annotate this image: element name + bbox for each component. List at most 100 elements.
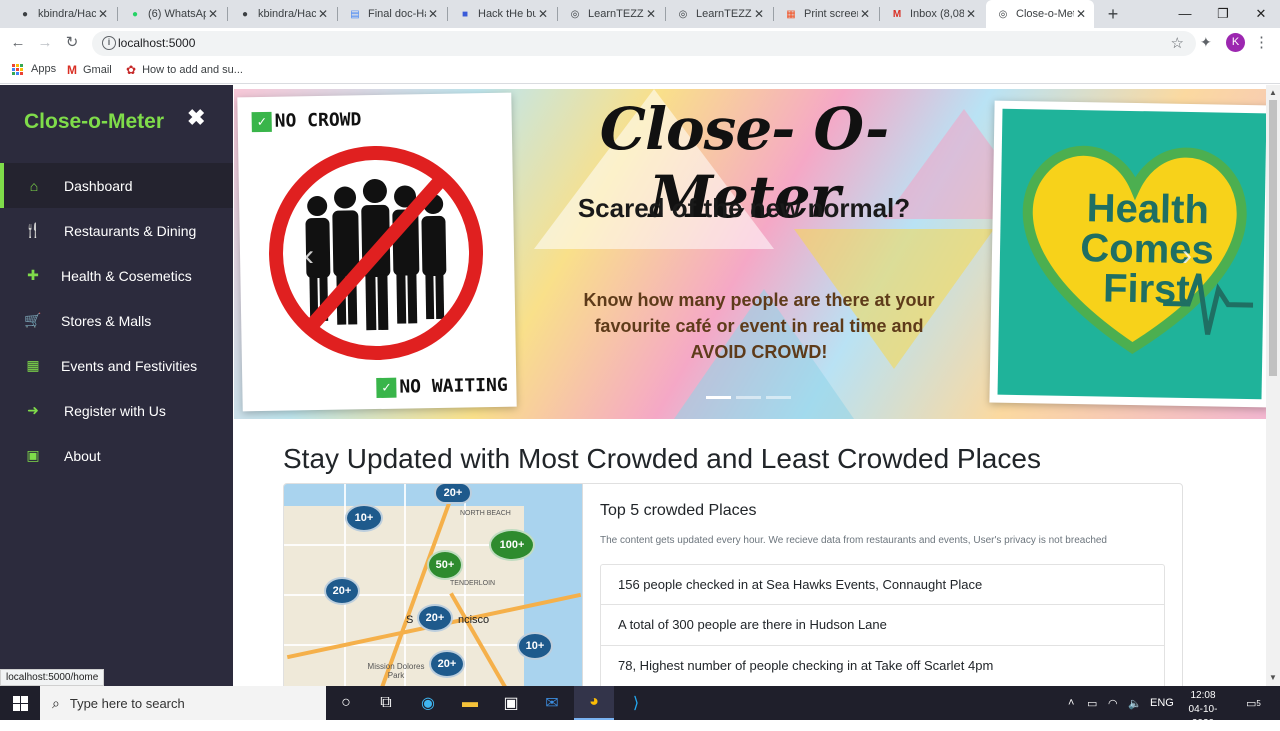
sidebar-close-button[interactable]: ✖ — [187, 105, 205, 131]
docs-icon: ▤ — [350, 8, 360, 20]
carousel-indicators[interactable] — [706, 396, 791, 399]
bookmark-gmail[interactable]: M Gmail — [67, 63, 112, 77]
tab-print-screen[interactable]: ▦ Print screen ✕ — [774, 0, 878, 28]
scroll-down-icon[interactable]: ▼ — [1266, 673, 1280, 682]
map-pin[interactable]: 20+ — [324, 577, 360, 605]
start-button[interactable] — [0, 686, 40, 720]
map-pin[interactable]: 10+ — [517, 632, 553, 660]
forward-arrow-icon[interactable]: → — [34, 32, 56, 54]
check-icon: ✓ — [251, 111, 272, 133]
scroll-up-icon[interactable]: ▲ — [1266, 88, 1280, 97]
task-view-icon[interactable]: ⧉ — [366, 686, 406, 720]
tab-inbox[interactable]: M Inbox (8,086 ✕ — [880, 0, 984, 28]
volume-icon[interactable]: 🔈 — [1128, 686, 1142, 720]
close-icon[interactable]: ✕ — [316, 7, 330, 21]
carousel-prev-button[interactable]: ‹ — [304, 239, 314, 273]
tab-hack-the-bu[interactable]: ■ Hack tHe bu ✕ — [448, 0, 556, 28]
close-icon[interactable]: ✕ — [752, 7, 766, 21]
bookmarks-bar: Apps M Gmail ✿ How to add and su... — [0, 58, 1280, 84]
sidebar-item-events[interactable]: ▦ Events and Festivities — [0, 343, 233, 388]
tab-learntezz-1[interactable]: ◎ LearnTEZZ | ✕ — [558, 0, 664, 28]
tray-chevron-icon[interactable]: ˄ — [1068, 686, 1074, 720]
map-pin[interactable]: 20+ — [434, 484, 472, 504]
tab-label: kbindra/Hac — [38, 8, 96, 20]
url-text[interactable]: localhost:5000 — [118, 36, 195, 50]
search-icon: ⌕ — [52, 694, 60, 711]
close-icon[interactable]: ✕ — [964, 7, 978, 21]
browser-tab-bar: ● kbindra/Hac ✕ ● (6) WhatsAp ✕ ● kbindr… — [0, 0, 1280, 28]
crowded-places-list: 156 people checked in at Sea Hawks Event… — [600, 564, 1165, 686]
language-indicator[interactable]: ENG — [1150, 686, 1174, 720]
page-scrollbar[interactable]: ▲ ▼ — [1266, 85, 1280, 686]
window-close-button[interactable]: ✕ — [1238, 0, 1280, 28]
vscode-icon[interactable]: ⟩ — [616, 686, 656, 720]
extensions-icon[interactable]: ✦ — [1200, 34, 1212, 51]
close-icon[interactable]: ✕ — [96, 7, 110, 21]
tab-github-1[interactable]: ● kbindra/Hac ✕ — [8, 0, 116, 28]
chrome-icon[interactable]: ◕ — [574, 686, 614, 720]
brand-logo[interactable]: Close-o-Meter — [24, 110, 164, 134]
file-explorer-icon[interactable]: ▬ — [450, 686, 490, 720]
sidebar-item-register[interactable]: ➜ Register with Us — [0, 388, 233, 433]
close-icon[interactable]: ✕ — [858, 7, 872, 21]
sidebar-item-label: Health & Cosemetics — [61, 267, 192, 284]
tab-label: (6) WhatsAp — [148, 8, 206, 20]
globe-icon: ◎ — [678, 8, 688, 20]
sidebar-item-label: Restaurants & Dining — [64, 222, 197, 239]
wifi-icon[interactable]: ◠ — [1108, 686, 1118, 720]
map-pin[interactable]: 20+ — [417, 604, 453, 632]
carousel-indicator[interactable] — [736, 396, 761, 399]
card-text: The content gets updated every hour. We … — [600, 535, 1107, 546]
new-tab-button[interactable]: + — [1102, 3, 1124, 25]
health-card: Health Comes First — [989, 100, 1266, 408]
map-pin[interactable]: 100+ — [489, 529, 535, 561]
close-icon[interactable]: ✕ — [1074, 7, 1088, 21]
back-arrow-icon[interactable]: ← — [7, 32, 29, 54]
taskbar-clock[interactable]: 12:08 04-10-2020 — [1178, 689, 1228, 731]
tab-close-o-meter[interactable]: ◎ Close-o-Met ✕ — [986, 0, 1094, 28]
cortana-icon[interactable]: ○ — [326, 686, 366, 720]
tab-learntezz-2[interactable]: ◎ LearnTEZZ | ✕ — [666, 0, 772, 28]
bookmark-star-icon[interactable]: ☆ — [1171, 34, 1184, 52]
notification-center[interactable]: ▭ 5 — [1246, 686, 1261, 720]
bookmark-how-to-add[interactable]: ✿ How to add and su... — [126, 63, 243, 77]
carousel-indicator[interactable] — [766, 396, 791, 399]
store-icon[interactable]: ▣ — [491, 686, 531, 720]
reload-icon[interactable]: ↻ — [61, 32, 83, 54]
banner-question: Scared of the new normal? — [577, 193, 911, 223]
profile-avatar[interactable]: K — [1226, 33, 1245, 52]
close-icon[interactable]: ✕ — [536, 7, 550, 21]
menu-kebab-icon[interactable]: ⋮ — [1254, 33, 1269, 51]
scrollbar-thumb[interactable] — [1269, 100, 1277, 376]
edge-icon[interactable]: ◉ — [408, 686, 448, 720]
clipboard-icon: ▣ — [26, 447, 40, 463]
calendar-icon: ▦ — [26, 357, 40, 373]
mail-icon[interactable]: ✉ — [532, 686, 572, 720]
tab-final-doc[interactable]: ▤ Final doc-Ha ✕ — [338, 0, 446, 28]
info-icon[interactable]: i — [102, 36, 116, 50]
no-crowd-card: ✓ NO CROWD ✓ NO WAITING — [237, 92, 517, 412]
tab-whatsapp[interactable]: ● (6) WhatsAp ✕ — [118, 0, 226, 28]
map-pin[interactable]: 20+ — [429, 650, 465, 678]
map-pin[interactable]: 10+ — [345, 504, 383, 532]
close-icon[interactable]: ✕ — [644, 7, 658, 21]
notification-count: 5 — [1256, 698, 1261, 708]
bookmark-apps[interactable]: Apps — [12, 63, 56, 75]
battery-icon[interactable]: ▭ — [1087, 686, 1097, 720]
sidebar-item-label: About — [64, 447, 101, 464]
address-bar[interactable]: i localhost:5000 ☆ — [92, 31, 1196, 56]
close-icon[interactable]: ✕ — [426, 7, 440, 21]
sidebar-item-dashboard[interactable]: ⌂ Dashboard — [0, 163, 233, 208]
map-pin[interactable]: 50+ — [427, 550, 463, 580]
close-icon[interactable]: ✕ — [206, 7, 220, 21]
sidebar-item-health[interactable]: ✚ Health & Cosemetics — [0, 253, 233, 298]
tab-github-2[interactable]: ● kbindra/Hac ✕ — [228, 0, 336, 28]
carousel-next-button[interactable]: › — [1182, 239, 1192, 273]
sidebar-item-stores[interactable]: 🛒 Stores & Malls — [0, 298, 233, 343]
carousel-indicator[interactable] — [706, 396, 731, 399]
taskbar-search[interactable]: ⌕ Type here to search — [40, 686, 326, 720]
sidebar-item-about[interactable]: ▣ About — [0, 433, 233, 478]
page-viewport: Close-o-Meter ✖ ⌂ Dashboard 🍴 Restaurant… — [0, 85, 1280, 686]
sidebar-item-restaurants[interactable]: 🍴 Restaurants & Dining — [0, 208, 233, 253]
crowd-map[interactable]: NORTH BEACH TENDERLOIN S ncisco Mission … — [284, 484, 583, 686]
